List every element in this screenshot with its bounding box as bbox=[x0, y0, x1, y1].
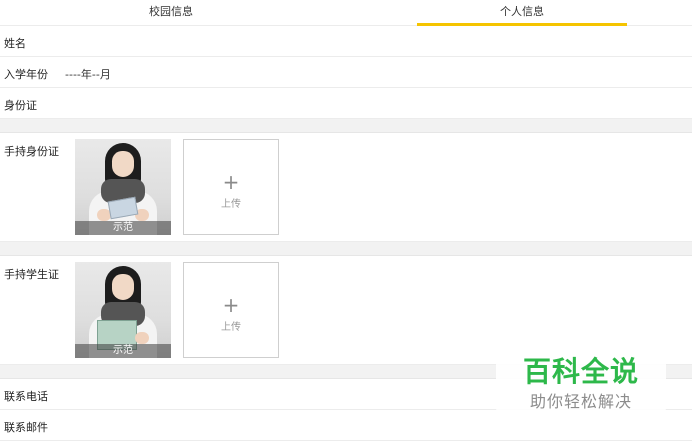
id-number-label: 身份证 bbox=[4, 99, 37, 112]
hold-student-card-label: 手持学生证 bbox=[4, 268, 59, 281]
email-row: 联系邮件 bbox=[0, 410, 692, 441]
sample-caption: 示范 bbox=[75, 221, 171, 235]
id-number-input[interactable] bbox=[60, 92, 684, 114]
tab-bar: 校园信息 个人信息 bbox=[0, 0, 692, 26]
id-number-row: 身份证 bbox=[0, 88, 692, 119]
enroll-year-label: 入学年份 bbox=[4, 68, 48, 81]
upload-id-card-button[interactable]: + 上传 bbox=[183, 139, 279, 235]
phone-label: 联系电话 bbox=[4, 390, 48, 403]
name-input[interactable] bbox=[60, 30, 684, 52]
upload-label: 上传 bbox=[221, 322, 241, 333]
name-row: 姓名 bbox=[0, 26, 692, 57]
watermark-logo: 百科全说 助你轻松解决 bbox=[496, 348, 666, 414]
tab-personal-info-label: 个人信息 bbox=[500, 5, 544, 18]
tab-campus-info[interactable]: 校园信息 bbox=[60, 0, 282, 26]
plus-icon: + bbox=[222, 293, 240, 317]
upload-label: 上传 bbox=[221, 199, 241, 210]
hold-id-card-row: 手持身份证 示范 + 上传 bbox=[0, 133, 692, 242]
upload-student-card-button[interactable]: + 上传 bbox=[183, 262, 279, 358]
section-gap bbox=[0, 242, 692, 256]
enroll-year-row[interactable]: 入学年份 ----年--月 bbox=[0, 57, 692, 88]
email-label: 联系邮件 bbox=[4, 421, 48, 434]
name-label: 姓名 bbox=[4, 37, 26, 50]
hold-id-card-label: 手持身份证 bbox=[4, 145, 59, 158]
section-gap bbox=[0, 119, 692, 133]
sample-photo-id-card: 示范 bbox=[75, 139, 171, 235]
sample-photo-student-card: 示范 bbox=[75, 262, 171, 358]
enroll-year-picker[interactable]: ----年--月 bbox=[65, 66, 111, 82]
email-input[interactable] bbox=[60, 414, 684, 436]
tab-personal-info[interactable]: 个人信息 bbox=[417, 0, 627, 26]
watermark-title: 百科全说 bbox=[522, 355, 639, 388]
watermark-subtitle: 助你轻松解决 bbox=[529, 392, 632, 411]
sample-caption: 示范 bbox=[75, 344, 171, 358]
plus-icon: + bbox=[222, 170, 240, 194]
